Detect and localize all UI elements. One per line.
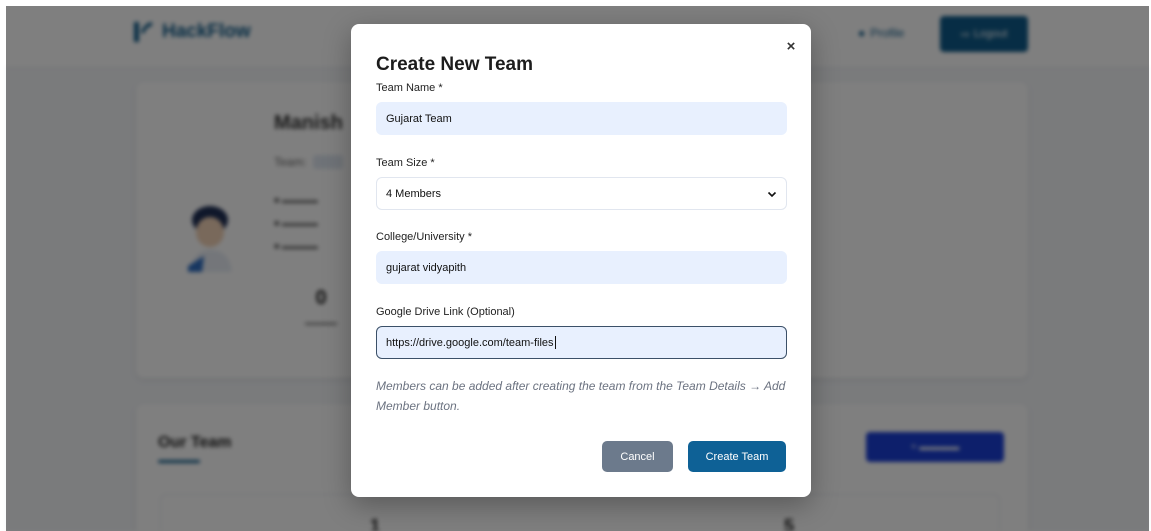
team-name-input[interactable]: Gujarat Team — [376, 102, 787, 135]
college-input[interactable]: gujarat vidyapith — [376, 251, 787, 284]
close-icon[interactable]: × — [782, 38, 800, 56]
team-name-label: Team Name * — [376, 82, 443, 94]
college-label: College/University * — [376, 231, 472, 243]
team-size-label: Team Size * — [376, 157, 435, 169]
team-size-value: 4 Members — [386, 187, 442, 200]
members-hint: Members can be added after creating the … — [376, 379, 786, 413]
modal-title: Create New Team — [376, 54, 533, 75]
text-caret — [554, 336, 556, 349]
team-name-value: Gujarat Team — [386, 112, 452, 125]
college-value: gujarat vidyapith — [386, 261, 467, 274]
create-team-modal: × Create New Team Team Name * Gujarat Te… — [351, 24, 811, 497]
drive-link-input[interactable]: https://drive.google.com/team-files — [376, 326, 787, 359]
screen-frame: HackFlow ● Profile ⇨ Logout Manish Team:… — [0, 0, 1151, 531]
drive-link-label: Google Drive Link (Optional) — [376, 306, 515, 318]
create-team-button[interactable]: Create Team — [688, 441, 786, 472]
cancel-button[interactable]: Cancel — [602, 441, 673, 472]
team-size-select[interactable]: 4 Members — [376, 177, 787, 210]
chevron-down-icon — [767, 191, 777, 197]
drive-link-value: https://drive.google.com/team-files — [386, 336, 554, 349]
